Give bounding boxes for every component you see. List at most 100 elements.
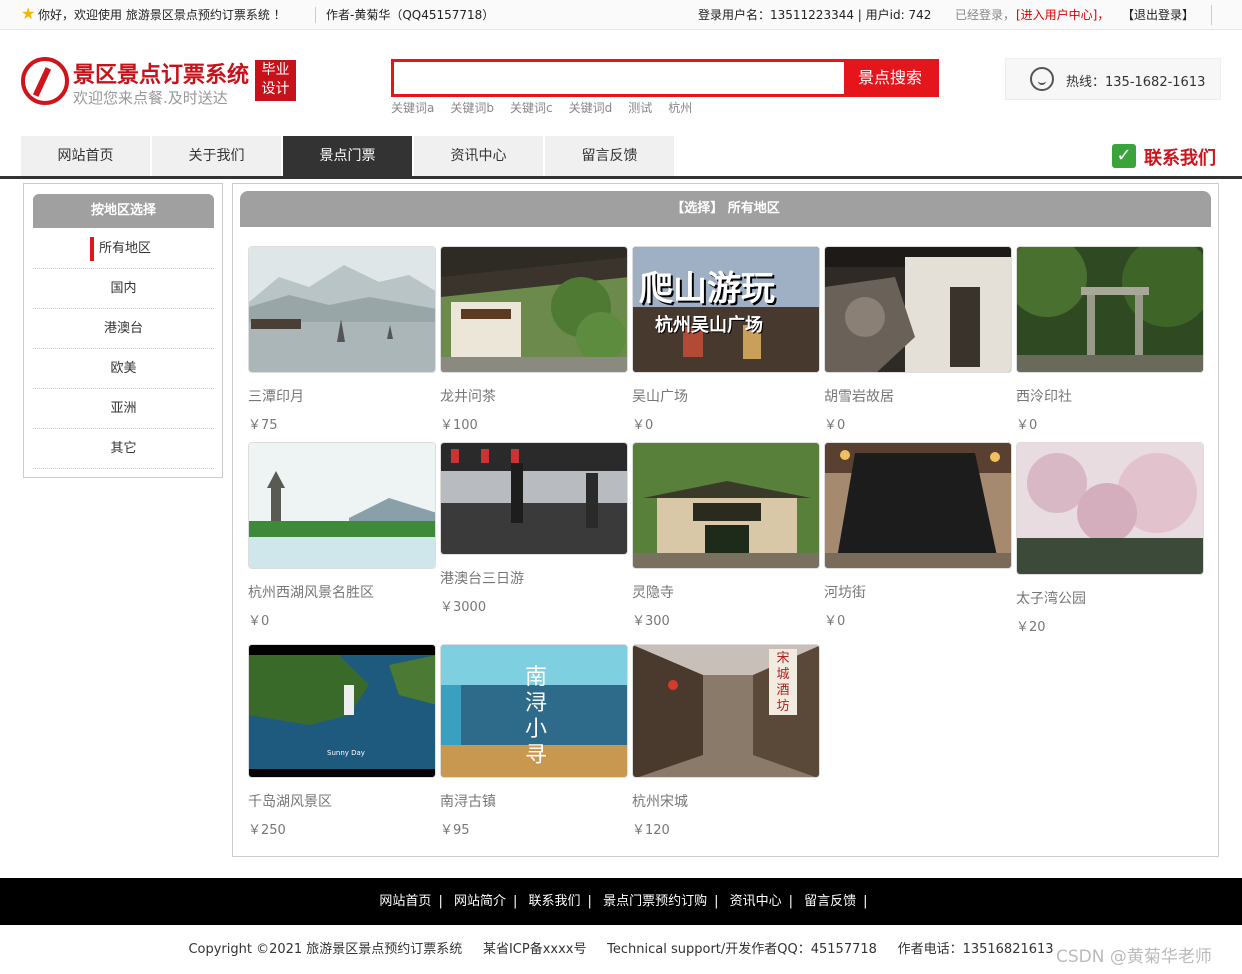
footer-link-news[interactable]: 资讯中心 [730, 894, 782, 909]
logged-status: 已经登录， [955, 8, 1016, 22]
footer-link-home[interactable]: 网站首页 [379, 894, 431, 909]
spot-name: 吴山广场 [632, 389, 688, 405]
welcome-text: 你好，欢迎使用 旅游景区景点预约订票系统 ！ [38, 8, 286, 22]
spot-image[interactable] [248, 246, 436, 373]
spot-image[interactable]: Sunny Day [248, 644, 436, 778]
image-subcaption: 杭州吴山广场 [655, 315, 763, 336]
active-marker [90, 237, 94, 261]
spot-card[interactable]: 三潭印月 ￥75 [248, 246, 436, 433]
spot-list-panel: 【选择】 所有地区 三潭印月 ￥75 龙井问茶 ￥100 爬山游玩 杭州吴山广场… [232, 183, 1219, 857]
nav-item-news[interactable]: 资讯中心 [414, 136, 544, 176]
divider: | [587, 894, 592, 909]
spot-price: ￥3000 [440, 600, 487, 615]
spot-price: ￥0 [632, 418, 654, 433]
divider: | [438, 894, 443, 909]
spot-image[interactable]: 南浔小寻 [440, 644, 628, 778]
footer-link-intro[interactable]: 网站简介 [454, 894, 506, 909]
footer-link-tickets[interactable]: 景点门票预约订购 [603, 894, 707, 909]
nav-item-about[interactable]: 关于我们 [152, 136, 282, 176]
spot-image[interactable]: 爬山游玩 杭州吴山广场 [632, 246, 820, 373]
keyword-link[interactable]: 关键词d [569, 99, 613, 116]
badge-line-1: 毕业 [261, 62, 290, 78]
divider [315, 7, 316, 23]
spot-card[interactable]: 河坊街 ￥0 [824, 442, 1012, 629]
user-info: 登录用户名：13511223344 | 用户id: 742 [698, 8, 932, 22]
keyword-link[interactable]: 关键词b [450, 99, 494, 116]
region-label: 亚洲 [110, 401, 137, 416]
spot-image[interactable] [632, 442, 820, 569]
image-caption: 宋城酒坊 [776, 651, 790, 714]
spot-image[interactable] [1016, 442, 1204, 575]
spot-card[interactable]: 太子湾公园 ￥20 [1016, 442, 1204, 635]
region-item-hk-macau-taiwan[interactable]: 港澳台 [33, 309, 214, 349]
spot-image[interactable] [248, 442, 436, 569]
spot-price: ￥100 [440, 418, 478, 433]
spot-name: 南浔古镇 [440, 794, 496, 810]
spot-image[interactable]: 宋城酒坊 [632, 644, 820, 778]
divider: | [714, 894, 719, 909]
spot-card[interactable]: 南浔小寻 南浔古镇 ￥95 [440, 644, 628, 838]
footer-nav: 网站首页 | 网站简介 | 联系我们 | 景点门票预约订购 | 资讯中心 | 留言反馈 | [0, 878, 1242, 925]
search-button[interactable]: 景点搜索 [844, 62, 936, 94]
search-input[interactable] [394, 62, 846, 94]
divider: | [788, 894, 794, 909]
spot-name: 杭州西湖风景名胜区 [248, 585, 374, 601]
spot-price: ￥0 [824, 614, 846, 629]
spot-image[interactable] [1016, 246, 1204, 373]
spot-name: 千岛湖风景区 [248, 794, 332, 810]
nav-item-feedback[interactable]: 留言反馈 [545, 136, 675, 176]
region-item-asia[interactable]: 亚洲 [33, 389, 214, 429]
region-label: 港澳台 [103, 321, 143, 336]
check-icon: ✓ [1112, 144, 1136, 168]
spot-card[interactable]: 爬山游玩 杭州吴山广场 吴山广场 ￥0 [632, 246, 820, 433]
divider: | [512, 894, 518, 909]
spot-card[interactable]: 龙井问茶 ￥100 [440, 246, 628, 433]
spot-name: 胡雪岩故居 [824, 389, 894, 405]
keyword-link[interactable]: 关键词a [391, 99, 434, 116]
spot-image[interactable] [440, 442, 628, 555]
region-item-domestic[interactable]: 国内 [33, 269, 214, 309]
hotline-box: 热线：135-1682-1613 [1005, 58, 1221, 100]
spot-image[interactable] [824, 442, 1012, 569]
spot-price: ￥120 [632, 823, 670, 838]
region-label: 欧美 [110, 361, 137, 376]
nav-item-tickets[interactable]: 景点门票 [283, 136, 413, 176]
spot-card[interactable]: 港澳台三日游 ￥3000 [440, 442, 628, 615]
footer-link-feedback[interactable]: 留言反馈 [804, 894, 856, 909]
region-label: 所有地区 [99, 241, 152, 256]
graduation-badge: 毕业 设计 [255, 60, 296, 101]
region-label: 其它 [110, 441, 137, 456]
spot-card[interactable]: 灵隐寺 ￥300 [632, 442, 820, 629]
logo-icon [21, 57, 69, 105]
nav-item-home[interactable]: 网站首页 [21, 136, 151, 176]
image-caption: 爬山游玩 [639, 269, 775, 309]
hotline-text: 热线：135-1682-1613 [1066, 75, 1206, 90]
spot-name: 西泠印社 [1016, 389, 1072, 405]
logout-link[interactable]: 【退出登录】 [1122, 6, 1194, 23]
spot-price: ￥0 [1016, 418, 1038, 433]
spot-card[interactable]: Sunny Day 千岛湖风景区 ￥250 [248, 644, 436, 838]
spot-card[interactable]: 西泠印社 ￥0 [1016, 246, 1204, 433]
spot-name: 港澳台三日游 [440, 571, 524, 587]
spot-card[interactable]: 杭州西湖风景名胜区 ￥0 [248, 442, 436, 629]
spot-image[interactable] [824, 246, 1012, 373]
star-icon: ★ [21, 4, 36, 23]
spot-image[interactable] [440, 246, 628, 373]
region-item-other[interactable]: 其它 [33, 429, 214, 469]
keyword-link[interactable]: 关键词c [510, 99, 553, 116]
image-caption: Sunny Day [327, 749, 365, 757]
keyword-link[interactable]: 测试 [628, 99, 652, 116]
footer-link-contact[interactable]: 联系我们 [529, 894, 581, 909]
region-item-all[interactable]: 所有地区 [33, 229, 214, 269]
region-item-europe-america[interactable]: 欧美 [33, 349, 214, 389]
region-label: 国内 [110, 281, 137, 296]
watermark-text: CSDN @黄菊华老师 [1056, 947, 1212, 967]
spot-card[interactable]: 宋城酒坊 杭州宋城 ￥120 [632, 644, 820, 838]
spot-price: ￥75 [248, 418, 278, 433]
keyword-list: 关键词a 关键词b 关键词c 关键词d 测试 杭州 [391, 99, 708, 117]
keyword-link[interactable]: 杭州 [668, 99, 692, 116]
spot-card[interactable]: 胡雪岩故居 ￥0 [824, 246, 1012, 433]
user-center-link[interactable]: [进入用户中心]， [1016, 6, 1109, 23]
spot-name: 龙井问茶 [440, 389, 496, 405]
headset-icon [1030, 67, 1054, 91]
